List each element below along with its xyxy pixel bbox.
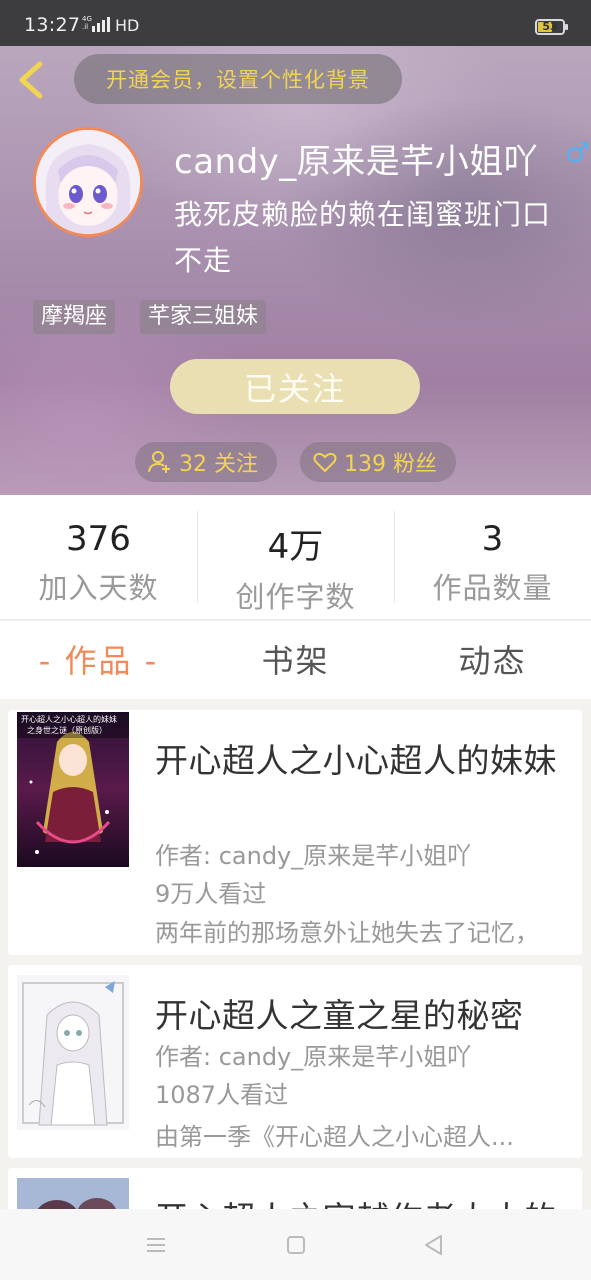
back-arrow-icon[interactable] [14,58,48,102]
stat-value: 4万 [267,527,324,567]
heart-plus-icon [313,452,337,473]
tab-works[interactable]: - 作品 - [0,621,197,699]
book-card[interactable]: 开心超人之童之星的秘密 作者: candy_原来是芊小姐吖 1087人看过 由第… [8,965,582,1158]
stat-word-count: 4万 创作字数 [197,495,394,619]
avatar-image [36,130,140,234]
book-views: 1087人看过 [155,1081,289,1109]
cover-title: 开心超人之小心超人的妹妹 [21,714,117,724]
tab-activity[interactable]: 动态 [394,621,591,699]
signal-icon: 4G .il HD [82,15,139,34]
home-icon[interactable] [282,1231,310,1259]
book-title: 开心超人之童之星的秘密 [155,996,524,1035]
user-stats: 376 加入天数 4万 创作字数 3 作品数量 [0,495,591,620]
status-time: 13:27 [24,14,81,36]
book-title: 开心超人之穿越作者大大的 [155,1192,557,1209]
stat-value: 3 [481,519,504,559]
book-description: 两年前的那场意外让她失去了记忆， [155,919,539,947]
book-cover: 开心超人之小心超人的妹妹 之身世之谜（原创版） [17,712,129,867]
stat-label: 创作字数 [235,580,356,614]
battery-level: 53 [542,20,558,33]
tag-zodiac: 摩羯座 [33,300,116,334]
stat-label: 作品数量 [432,571,553,605]
book-description: 由第一季《开心超人之小心超人... [155,1123,514,1151]
profile-header: 开通会员，设置个性化背景 candy_原来是芊小姐吖 ♂ 我死皮赖脸的赖在闺蜜班… [0,46,591,495]
menu-icon[interactable] [142,1231,170,1259]
works-list: 开心超人之小心超人的妹妹 之身世之谜（原创版） 开心超人之小心超人的妹妹 作者:… [0,699,591,1209]
user-add-icon [148,451,170,473]
nav-back-icon[interactable] [420,1231,448,1259]
svg-text:.il: .il [82,23,88,31]
status-bar: 13:27 4G .il HD 53 [0,0,591,46]
svg-text:之身世之谜（原创版）: 之身世之谜（原创版） [27,725,107,735]
following-button[interactable]: 32 关注 [135,442,277,482]
vip-background-button[interactable]: 开通会员，设置个性化背景 [74,54,402,104]
book-author: 作者: candy_原来是芊小姐吖 [155,842,472,870]
tag-group: 芊家三姐妹 [140,300,267,334]
fans-button[interactable]: 139 粉丝 [300,442,456,482]
network-label: HD [115,16,139,34]
stat-works-count: 3 作品数量 [394,495,591,619]
stat-value: 376 [66,519,131,559]
stat-join-days: 376 加入天数 [0,495,197,619]
system-nav-bar [0,1209,591,1280]
book-cover [17,975,129,1130]
book-author: 作者: candy_原来是芊小姐吖 [155,1043,472,1071]
male-gender-icon: ♂ [565,136,591,169]
svg-text:4G: 4G [82,15,92,23]
book-card[interactable]: 开心超人之穿越作者大大的 [8,1168,582,1209]
book-cover [17,1178,129,1209]
username: candy_原来是芊小姐吖 [174,142,539,182]
book-title: 开心超人之小心超人的妹妹 [155,741,557,780]
fans-count: 139 粉丝 [344,452,437,477]
book-card[interactable]: 开心超人之小心超人的妹妹 之身世之谜（原创版） 开心超人之小心超人的妹妹 作者:… [8,710,582,955]
battery-icon: 53 [535,19,568,35]
following-count: 32 关注 [179,452,258,477]
stat-label: 加入天数 [38,571,159,605]
avatar[interactable] [33,127,143,237]
profile-tabs: - 作品 - 书架 动态 [0,621,591,699]
followed-button[interactable]: 已关注 [170,359,420,414]
user-bio: 我死皮赖脸的赖在闺蜜班门口不走 [174,198,552,277]
tab-bookshelf[interactable]: 书架 [197,621,394,699]
book-views: 9万人看过 [155,880,267,908]
